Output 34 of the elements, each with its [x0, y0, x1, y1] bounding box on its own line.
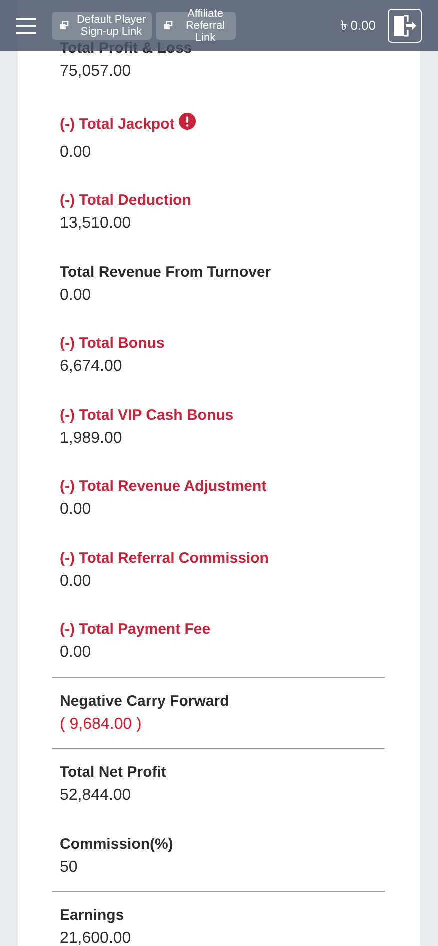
field-label: (-) Total VIP Cash Bonus	[60, 408, 234, 424]
field-value: 52,844.00	[60, 786, 132, 806]
field-value: 0.00	[60, 142, 92, 162]
copy-icon	[164, 21, 173, 30]
menu-icon	[16, 18, 36, 34]
field-value: 50	[60, 858, 79, 878]
field-label: Negative Carry Forward	[60, 694, 230, 710]
field-label: (-) Total Bonus	[60, 336, 165, 352]
field-value: 75,057.00	[60, 62, 132, 82]
exit-door-icon	[393, 14, 417, 36]
field-label: (-) Total Referral Commission	[60, 550, 269, 566]
field-label: (-) Total Jackpot	[60, 117, 175, 133]
field-value: 13,510.00	[60, 214, 132, 234]
field-label: Total Revenue From Turnover	[60, 264, 272, 280]
balance-amount: ৳ 0.00	[341, 16, 376, 35]
field-label: Total Net Profit	[60, 765, 166, 781]
field-value: 0.00	[60, 500, 92, 520]
field-value: 0.00	[60, 643, 92, 663]
link-button[interactable]: Affiliate Referral Link	[156, 12, 236, 40]
field-value: 0.00	[60, 572, 92, 592]
field-label: (-) Total Revenue Adjustment	[60, 479, 267, 495]
link-button[interactable]: Default Player Sign-up Link	[52, 12, 152, 40]
field-value: 6,674.00	[60, 357, 124, 377]
field-label: (-) Total Payment Fee	[60, 622, 211, 638]
field-value: 1,989.00	[60, 428, 124, 448]
copy-icon	[60, 21, 69, 30]
field-label: Earnings	[60, 908, 124, 924]
field-value: ( 9,684.00 )	[60, 714, 143, 734]
logout-button[interactable]	[388, 8, 422, 42]
field-label: Commission(%)	[60, 836, 174, 852]
alert-icon[interactable]	[178, 112, 196, 130]
field-label: (-) Total Deduction	[60, 193, 192, 209]
field-value: 21,600.00	[60, 929, 132, 946]
field-value: 0.00	[60, 286, 92, 306]
